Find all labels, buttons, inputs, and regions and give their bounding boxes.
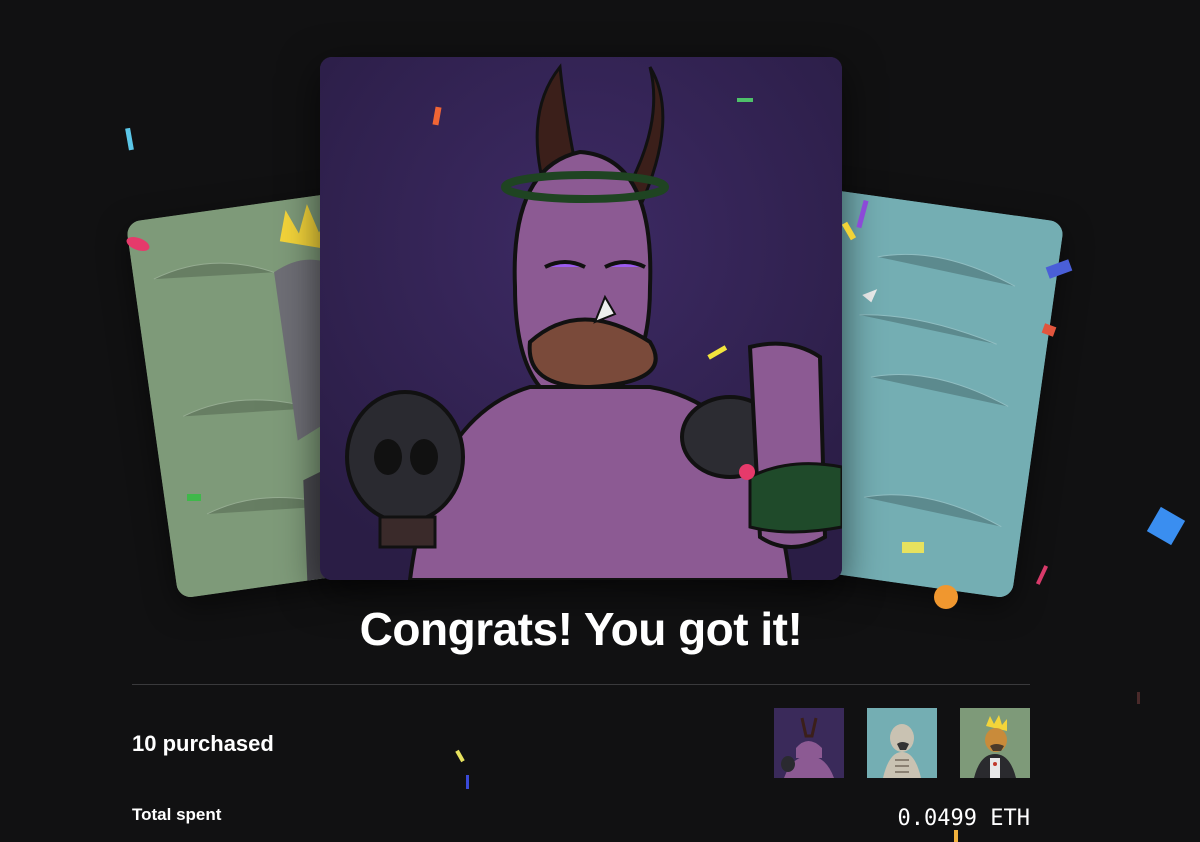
thumbnail-image (774, 708, 844, 778)
total-spent-value: 0.0499 ETH (897, 806, 1030, 831)
purchase-success-modal: Congrats! You got it! 10 purchased Total… (0, 0, 1200, 842)
thumbnail-1[interactable] (774, 708, 844, 778)
total-spent-label: Total spent (132, 805, 222, 824)
divider (132, 684, 1030, 685)
congrats-title: Congrats! You got it! (359, 603, 803, 655)
nft-card-featured[interactable] (320, 57, 842, 580)
thumbnail-2[interactable] (867, 708, 937, 778)
thumbnail-image (960, 708, 1030, 778)
thumbnail-image (867, 708, 937, 778)
purchased-count: 10 purchased (132, 731, 274, 756)
nft-image-featured (320, 57, 842, 580)
thumbnail-3[interactable] (960, 708, 1030, 778)
